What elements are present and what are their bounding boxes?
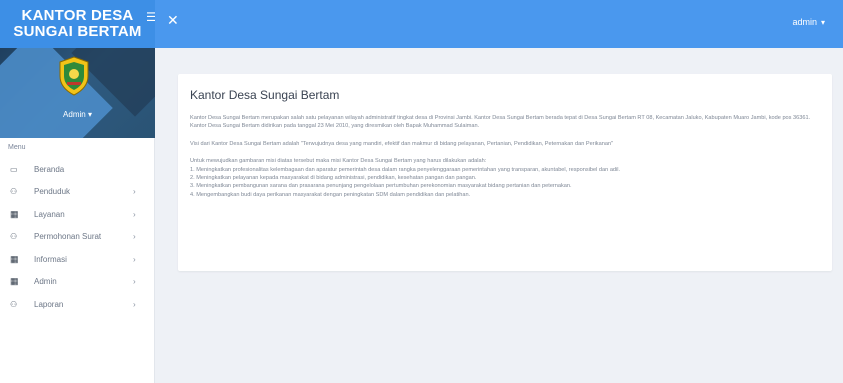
chevron-right-icon: › <box>133 277 136 286</box>
app-brand[interactable]: KANTOR DESA SUNGAI BERTAM <box>0 0 155 48</box>
mission-intro: Untuk mewujudkan gambaran misi diatas te… <box>190 158 487 165</box>
sidebar-item-laporan[interactable]: ⚇ Laporan › <box>0 295 155 313</box>
sidebar-item-permohonan-surat[interactable]: ⚇ Permohonan Surat › <box>0 228 155 246</box>
users-icon: ⚇ <box>10 232 18 241</box>
village-emblem-icon <box>59 56 89 96</box>
chevron-right-icon: › <box>133 187 136 196</box>
content-card: Kantor Desa Sungai Bertam Kantor Desa Su… <box>178 74 832 271</box>
mission-item: 3. Meningkatkan pembangunan sarana dan p… <box>190 183 572 190</box>
sidebar-item-layanan[interactable]: ▦ Layanan › <box>0 205 155 223</box>
grid-icon: ▦ <box>10 208 19 219</box>
mission-item: 1. Meningkatkan profesionalitas kelembag… <box>190 166 621 173</box>
brand-line-1: KANTOR DESA <box>21 7 134 24</box>
page-title: Kantor Desa Sungai Bertam <box>190 88 340 102</box>
profile-name[interactable]: Admin ▾ <box>0 110 155 119</box>
sidebar-menu: ▭ Beranda ⚇ Penduduk › ▦ Layanan › ⚇ Per… <box>0 160 155 318</box>
chevron-down-icon: ▾ <box>820 18 825 27</box>
chevron-right-icon: › <box>133 232 136 241</box>
close-icon[interactable]: ✕ <box>167 13 179 27</box>
monitor-icon: ▭ <box>10 164 18 174</box>
sidebar-item-label: Beranda <box>34 164 65 174</box>
users-icon: ⚇ <box>10 187 18 196</box>
chevron-right-icon: › <box>133 209 136 219</box>
user-name: admin <box>792 17 817 27</box>
topbar: ✕ admin ▾ <box>155 0 843 48</box>
sidebar-profile: Admin ▾ <box>0 48 155 138</box>
brand-line-2: SUNGAI BERTAM <box>13 23 142 40</box>
sidebar-item-beranda[interactable]: ▭ Beranda <box>0 160 155 178</box>
grid-icon: ▦ <box>10 276 19 286</box>
sidebar-item-informasi[interactable]: ▦ Informasi › <box>0 250 155 268</box>
sidebar-item-penduduk[interactable]: ⚇ Penduduk › <box>0 183 155 201</box>
mission-item: 2. Meningkatkan pelayanan kepada masyara… <box>190 175 477 182</box>
chevron-right-icon: › <box>133 254 136 264</box>
sidebar-item-admin[interactable]: ▦ Admin › <box>0 273 155 291</box>
user-menu[interactable]: admin ▾ <box>792 17 825 28</box>
mission-item: 4. Mengembangkan budi daya perikanan mas… <box>190 191 471 198</box>
intro-paragraph: Kantor Desa Sungai Bertam merupakan sala… <box>190 115 811 130</box>
vision-paragraph: Visi dari Kantor Desa Sungai Bertam adal… <box>190 140 614 147</box>
chevron-right-icon: › <box>133 299 136 309</box>
chevron-down-icon: ▾ <box>87 110 92 119</box>
menu-section-label: Menu <box>8 144 26 151</box>
grid-icon: ▦ <box>10 253 19 264</box>
users-icon: ⚇ <box>10 299 18 309</box>
sidebar: Admin ▾ Menu ▭ Beranda ⚇ Penduduk › ▦ La… <box>0 48 155 383</box>
